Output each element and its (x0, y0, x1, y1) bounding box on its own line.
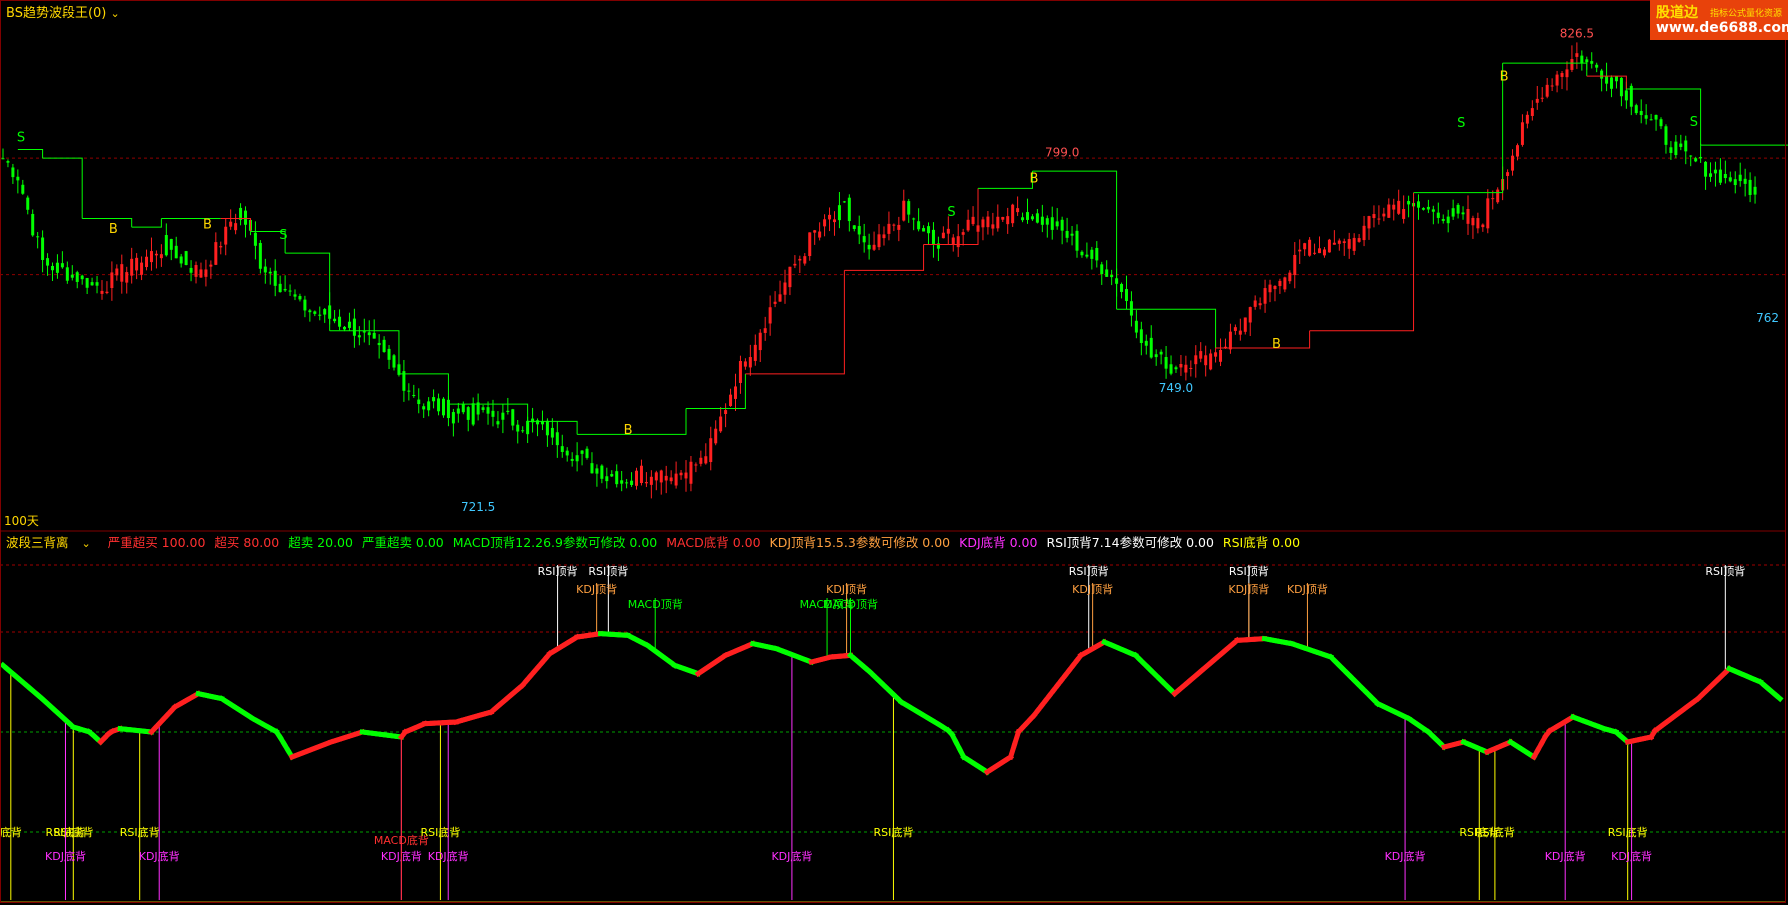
legend-item: 严重超买 100.00 (107, 535, 206, 550)
lower-panel-legend: 波段三背离 ⌄ 严重超买 100.00 超买 80.00 超卖 20.00 严重超卖 … (6, 532, 1318, 551)
watermark-tagline: 指标公式量化资源 (1710, 9, 1783, 19)
legend-item: RSI顶背7.14参数可修改 0.00 (1046, 535, 1214, 550)
watermark-logo: 股道边 指标公式量化资源 www.de6688.com (1650, 0, 1788, 40)
legend-item: KDJ顶背15.5.3参数可修改 0.00 (769, 535, 951, 550)
chart-frame (0, 0, 1786, 903)
lower-indicator-name[interactable]: 波段三背离 ⌄ (6, 535, 100, 550)
indicator-name: BS趋势波段王(0) (6, 6, 107, 21)
watermark-url: www.de6688.com (1656, 20, 1788, 36)
legend-items: 严重超买 100.00 超买 80.00 超卖 20.00 严重超卖 0.00 MACD… (108, 535, 1309, 550)
period-label: 100天 (4, 514, 39, 528)
legend-item: RSI底背 0.00 (1222, 535, 1301, 550)
legend-item: KDJ底背 0.00 (959, 535, 1038, 550)
watermark-brand: 股道边 (1656, 5, 1698, 21)
chart-window: BBBBBBBSSSSSS826.5799.0749.0721.5743.076… (0, 0, 1788, 905)
legend-item: 严重超卖 0.00 (361, 535, 444, 550)
lower-title-text: 波段三背离 (6, 535, 69, 550)
legend-item: 超买 80.00 (214, 535, 280, 550)
legend-item: 超卖 20.00 (288, 535, 353, 550)
chevron-down-icon[interactable]: ⌄ (111, 7, 120, 20)
chevron-down-icon[interactable]: ⌄ (82, 537, 91, 550)
legend-item: MACD顶背12.26.9参数可修改 0.00 (452, 535, 658, 550)
upper-panel-title[interactable]: BS趋势波段王(0) ⌄ (6, 2, 120, 21)
legend-item: MACD底背 0.00 (666, 535, 761, 550)
